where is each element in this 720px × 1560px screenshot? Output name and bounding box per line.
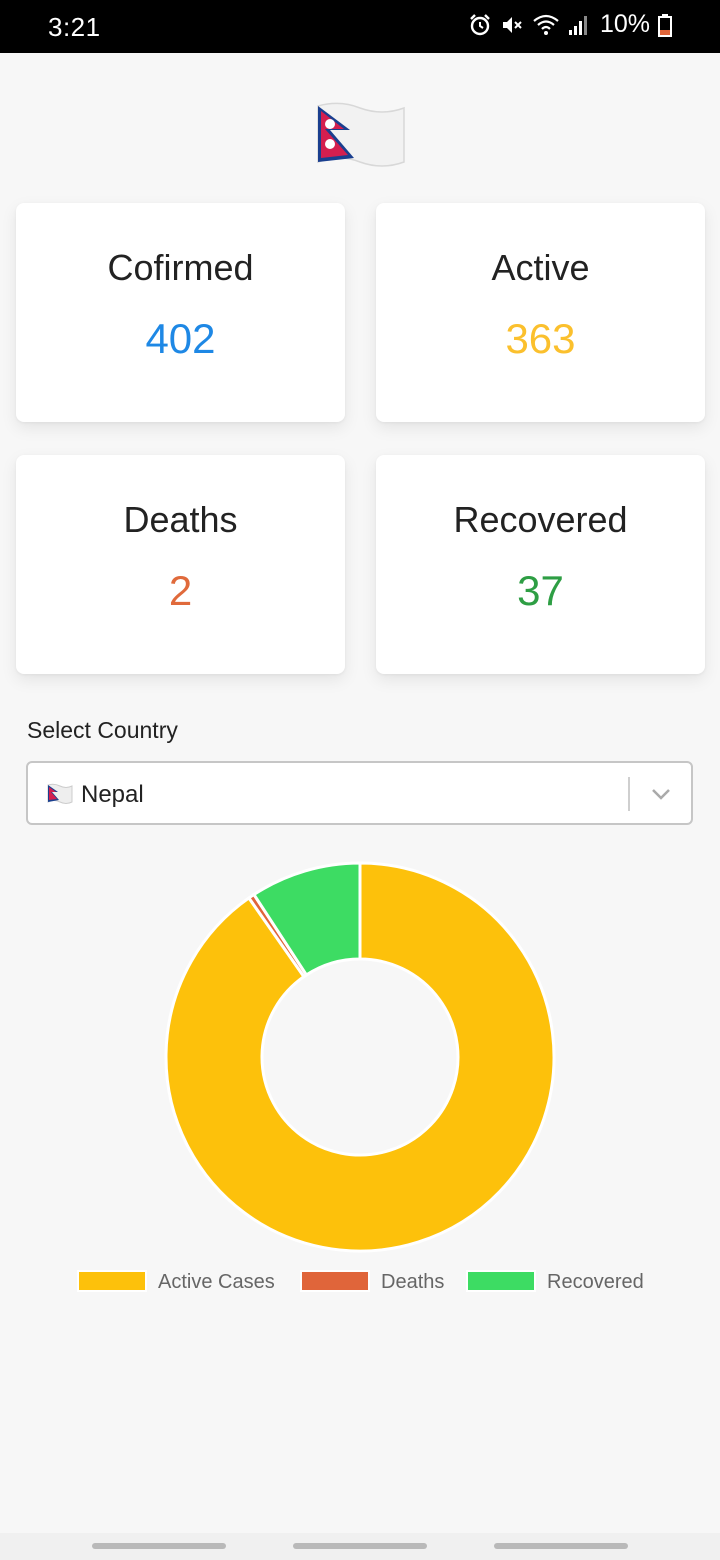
legend-swatch-recovered[interactable] [466,1270,536,1292]
nepal-flag-icon [47,783,73,804]
wifi-icon [533,14,559,35]
legend-swatch-deaths[interactable] [300,1270,370,1292]
mute-icon [502,16,522,33]
nepal-flag-icon [317,102,405,167]
recovered-value: 37 [517,567,564,614]
confirmed-label: Cofirmed [107,247,254,288]
country-select[interactable]: Nepal [26,761,693,825]
nav-back-button[interactable] [494,1543,628,1549]
legend-label-active-cases[interactable]: Active Cases [158,1271,275,1293]
signal-icon [568,15,587,35]
deaths-label: Deaths [123,499,238,540]
status-time: 3:21 [48,12,101,42]
selected-country: Nepal [81,781,144,808]
cases-doughnut-chart: Active Cases Deaths Recovered [77,861,644,1293]
legend-label-recovered[interactable]: Recovered [547,1271,644,1293]
confirmed-card: Cofirmed 402 [16,203,345,422]
select-country-label: Select Country [27,717,178,743]
select-divider [628,777,630,811]
active-label: Active [491,247,590,288]
status-bar: 3:21 10% [0,0,720,53]
confirmed-value: 402 [145,315,216,362]
chevron-down-icon[interactable] [648,781,674,807]
nav-home-button[interactable] [293,1543,427,1549]
navigation-bar [0,1533,720,1560]
active-card: Active 363 [376,203,705,422]
recovered-label: Recovered [453,499,628,540]
legend-label-deaths[interactable]: Deaths [381,1271,444,1293]
recovered-card: Recovered 37 [376,455,705,674]
battery-percent: 10% [599,10,650,38]
deaths-value: 2 [168,567,193,614]
alarm-icon [470,13,490,35]
legend-swatch-active-cases[interactable] [77,1270,147,1292]
nav-recents-button[interactable] [92,1543,226,1549]
battery-icon [658,13,672,37]
deaths-card: Deaths 2 [16,455,345,674]
active-value: 363 [505,315,576,362]
status-icons: 10% [468,10,672,39]
